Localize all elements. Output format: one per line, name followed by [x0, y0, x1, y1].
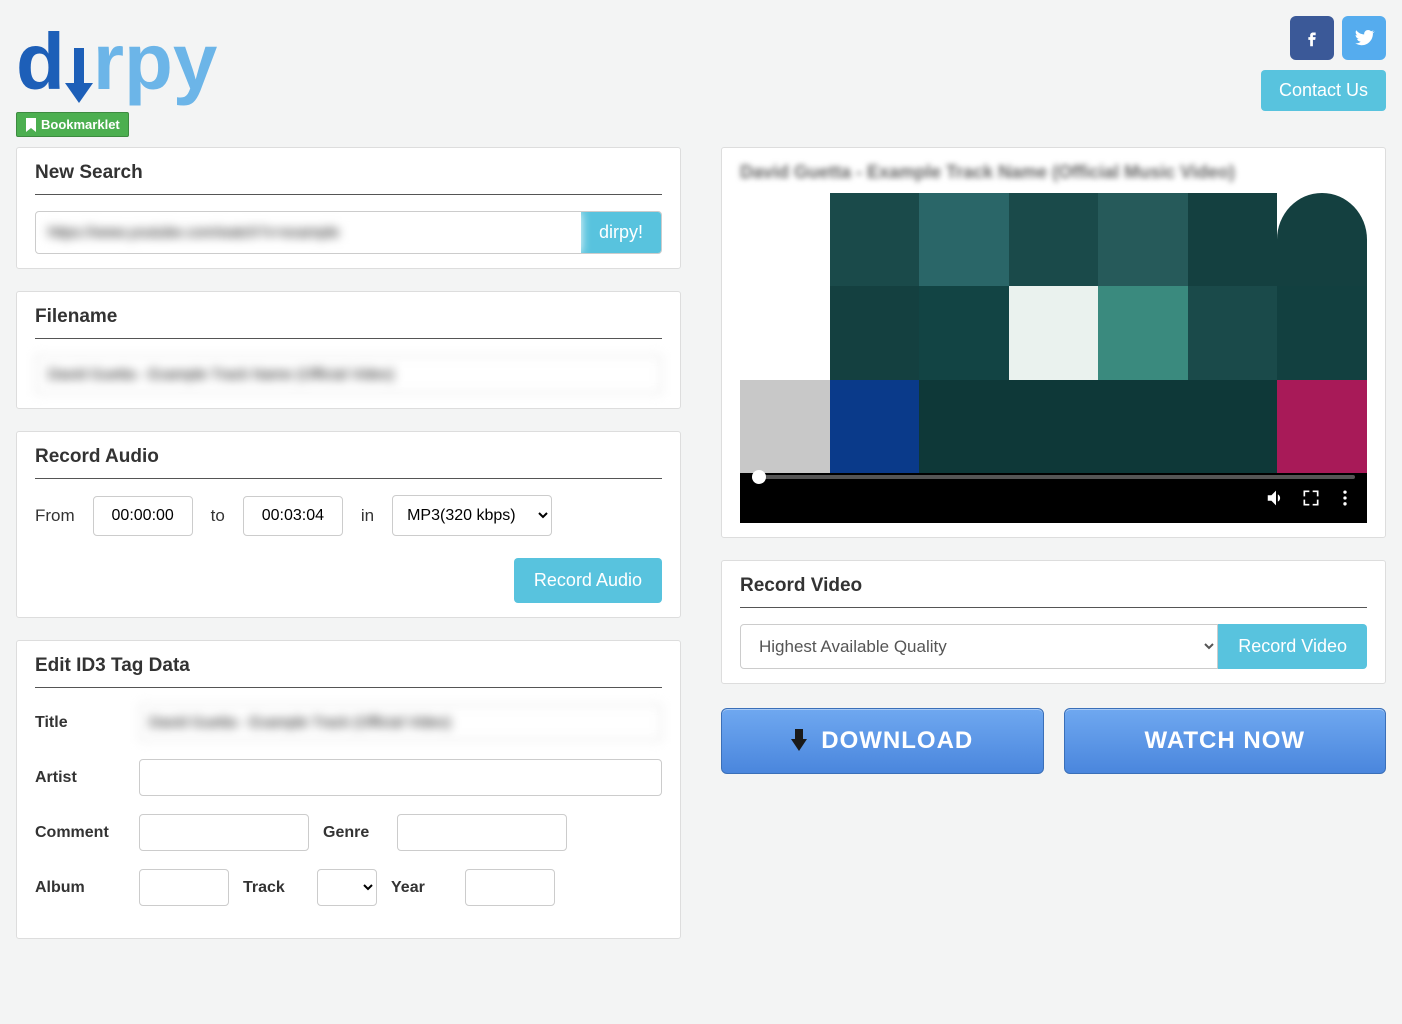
fullscreen-icon[interactable] — [1301, 488, 1321, 508]
bookmarklet-label: Bookmarklet — [41, 117, 120, 132]
id3-year-input[interactable] — [465, 869, 555, 906]
video-controls — [740, 473, 1367, 523]
new-search-title: New Search — [35, 162, 662, 195]
video-progress-track[interactable] — [752, 475, 1355, 479]
video-title: David Guetta - Example Track Name (Offic… — [740, 162, 1367, 183]
filename-input[interactable] — [35, 355, 662, 394]
from-label: From — [35, 506, 75, 526]
logo-text-d: d — [16, 16, 65, 108]
id3-title-label: Title — [35, 714, 125, 732]
record-video-button[interactable]: Record Video — [1218, 624, 1367, 669]
in-label: in — [361, 506, 374, 526]
volume-icon[interactable] — [1265, 487, 1287, 509]
search-input[interactable] — [36, 212, 581, 253]
filename-title: Filename — [35, 306, 662, 339]
id3-comment-input[interactable] — [139, 814, 309, 851]
quality-select[interactable]: Highest Available Quality — [740, 624, 1218, 669]
download-button[interactable]: DOWNLOAD — [721, 708, 1044, 774]
dirpy-button[interactable]: dirpy! — [581, 212, 661, 253]
watch-label: WATCH NOW — [1144, 727, 1305, 755]
twitter-button[interactable] — [1342, 16, 1386, 60]
record-video-title: Record Video — [740, 575, 1367, 608]
logo[interactable]: d rpy — [16, 16, 217, 108]
id3-genre-input[interactable] — [397, 814, 567, 851]
format-select[interactable]: MP3(320 kbps) — [392, 495, 552, 536]
bookmarklet-button[interactable]: Bookmarklet — [16, 112, 129, 137]
id3-year-label: Year — [391, 879, 451, 897]
video-preview-panel: David Guetta - Example Track Name (Offic… — [721, 147, 1386, 538]
facebook-button[interactable] — [1290, 16, 1334, 60]
record-video-panel: Record Video Highest Available Quality R… — [721, 560, 1386, 684]
id3-title-input[interactable] — [139, 704, 662, 741]
record-audio-panel: Record Audio From to in MP3(320 kbps) Re… — [16, 431, 681, 618]
id3-track-select[interactable] — [317, 869, 377, 906]
id3-genre-label: Genre — [323, 824, 383, 842]
from-time-input[interactable] — [93, 496, 193, 536]
bookmark-icon — [25, 118, 37, 132]
video-thumbnail — [740, 193, 1367, 473]
download-label: DOWNLOAD — [821, 727, 973, 755]
to-time-input[interactable] — [243, 496, 343, 536]
record-audio-title: Record Audio — [35, 446, 662, 479]
id3-album-label: Album — [35, 879, 125, 897]
record-audio-button[interactable]: Record Audio — [514, 558, 662, 603]
filename-panel: Filename — [16, 291, 681, 409]
logo-text-rpy: rpy — [93, 16, 218, 108]
id3-artist-label: Artist — [35, 769, 125, 787]
twitter-icon — [1352, 26, 1376, 50]
video-player[interactable] — [740, 193, 1367, 523]
id3-title: Edit ID3 Tag Data — [35, 655, 662, 688]
id3-artist-input[interactable] — [139, 759, 662, 796]
new-search-panel: New Search dirpy! — [16, 147, 681, 269]
logo-arrow-icon — [65, 38, 93, 108]
id3-album-input[interactable] — [139, 869, 229, 906]
id3-comment-label: Comment — [35, 824, 125, 842]
facebook-icon — [1301, 27, 1323, 49]
watch-now-button[interactable]: WATCH NOW — [1064, 708, 1387, 774]
id3-track-label: Track — [243, 879, 303, 897]
more-icon[interactable] — [1335, 488, 1355, 508]
to-label: to — [211, 506, 225, 526]
contact-us-button[interactable]: Contact Us — [1261, 70, 1386, 111]
video-progress-handle[interactable] — [752, 470, 766, 484]
id3-panel: Edit ID3 Tag Data Title Artist Comment G… — [16, 640, 681, 939]
